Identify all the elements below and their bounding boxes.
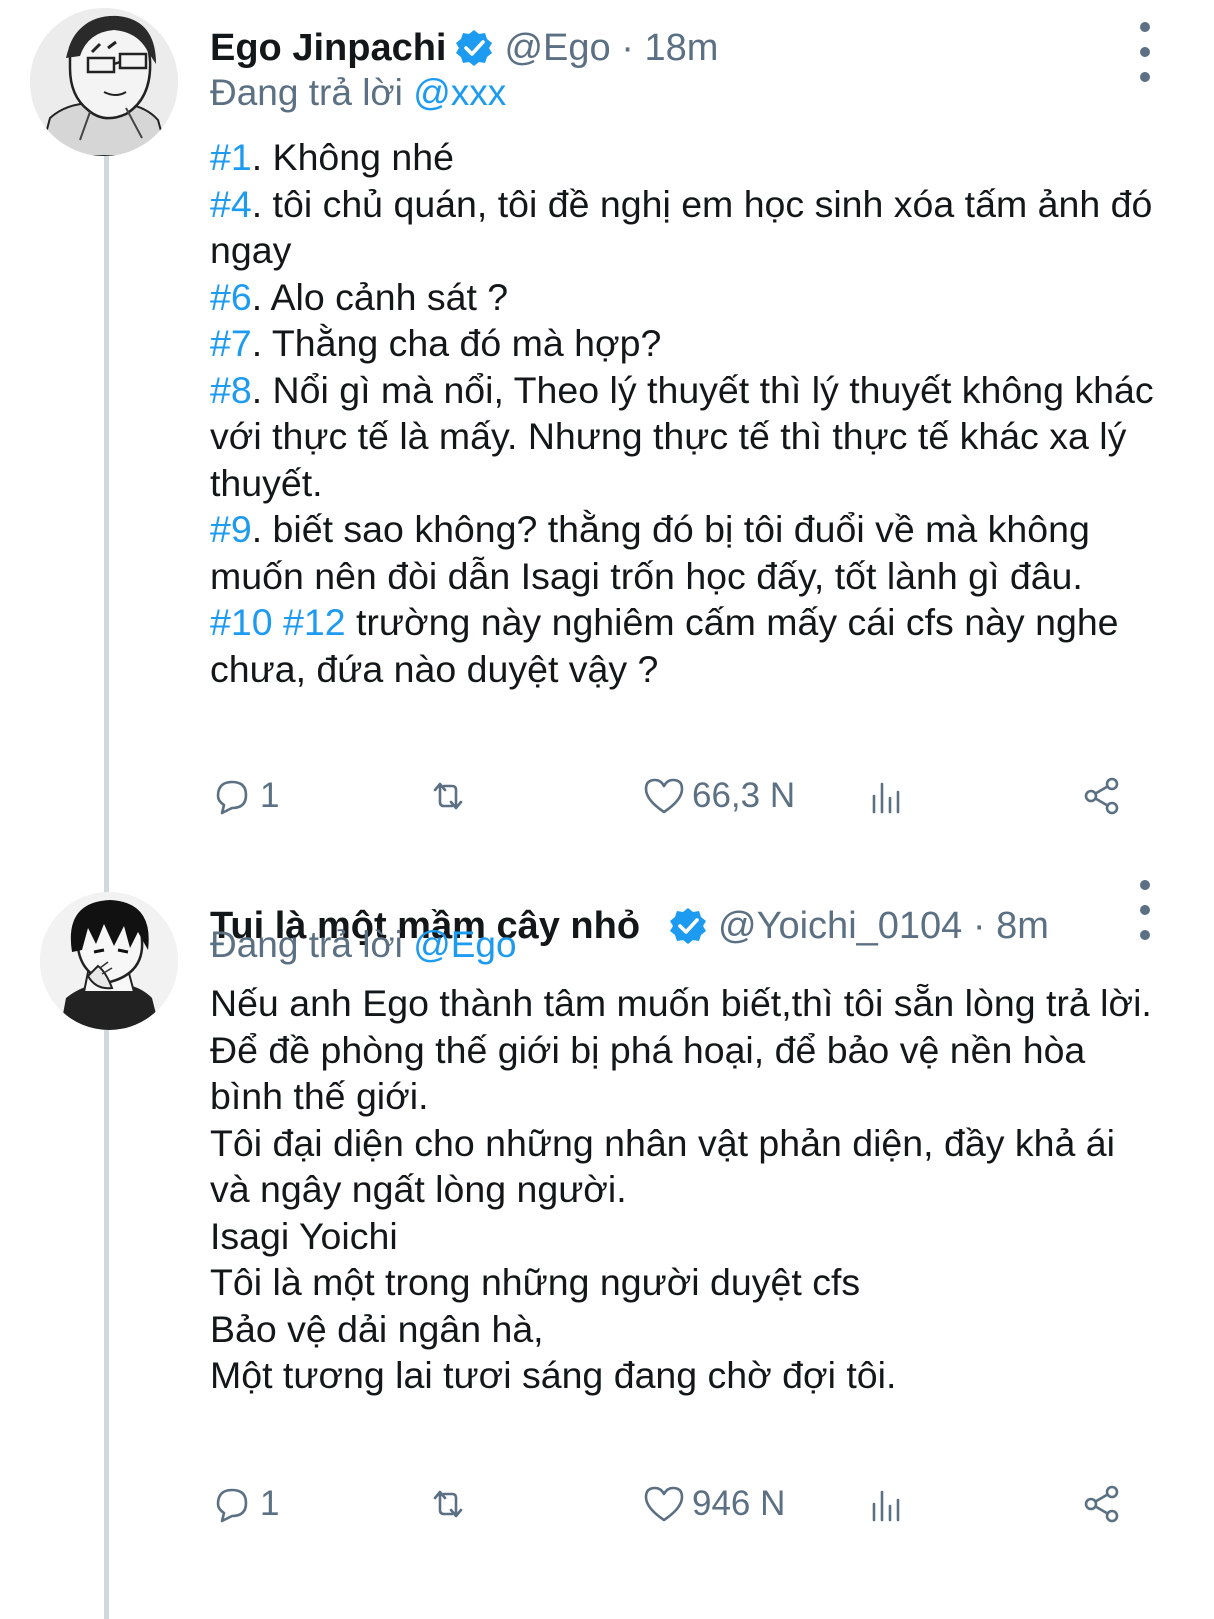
tweet-line-text: . Nổi gì mà nổi, Theo lý thuyết thì lý t… <box>210 368 1154 504</box>
reply-bubble-icon <box>216 780 248 815</box>
reply-count: 1 <box>260 1484 280 1523</box>
tweet-body: Nếu anh Ego thành tâm muốn biết,thì tôi … <box>210 980 1154 1399</box>
tweet-line: Bảo vệ dải ngân hà, <box>210 1307 544 1350</box>
views-bar-chart-icon <box>872 1490 900 1522</box>
views-button[interactable] <box>866 1476 910 1532</box>
tweet-line: #4. tôi chủ quán, tôi đề nghị em học sin… <box>210 181 1154 274</box>
tweet-header: Ego Jinpachi @Ego · 18m <box>210 18 1124 78</box>
hashtag-link[interactable]: #6 <box>210 276 252 318</box>
tweet-line: Để đề phòng thế giới bị phá hoại, để bảo… <box>210 1028 1086 1118</box>
tweet-ego[interactable]: Ego Jinpachi @Ego · 18m Đang trả lời @xx… <box>0 0 1214 880</box>
tweet-line-text: . Không nhé <box>251 136 454 178</box>
display-name[interactable]: Ego Jinpachi <box>210 27 446 70</box>
share-icon <box>1084 1485 1119 1523</box>
reply-mention-link[interactable]: @Ego <box>413 924 516 965</box>
reply-mention-link[interactable]: @xxx <box>413 72 506 113</box>
like-count: 66,3 N <box>692 776 796 815</box>
more-vertical-icon[interactable] <box>1138 880 1152 940</box>
avatar-ego[interactable] <box>30 8 178 156</box>
tweet-line-text: . biết sao không? thằng đó bị tôi đuổi v… <box>210 508 1090 597</box>
tweet-line: #7. Thằng cha đó mà hợp? <box>210 320 1154 367</box>
heart-icon <box>644 1486 684 1522</box>
more-vertical-icon[interactable] <box>1138 22 1152 82</box>
hashtag-link[interactable]: #10 #12 <box>210 601 346 643</box>
hashtag-link[interactable]: #7 <box>210 322 252 364</box>
share-button[interactable] <box>1080 768 1124 824</box>
replying-to: Đang trả lời @Ego <box>210 924 517 966</box>
reply-button[interactable]: 1 <box>210 1476 279 1532</box>
reply-prefix: Đang trả lời <box>210 924 414 965</box>
tweet-line: #9. biết sao không? thằng đó bị tôi đuổi… <box>210 506 1154 599</box>
verified-badge-icon <box>456 30 493 66</box>
tweet-line: #6. Alo cảnh sát ? <box>210 274 1154 321</box>
verified-badge-icon <box>670 908 707 944</box>
hashtag-link[interactable]: #9 <box>210 508 252 550</box>
retweet-icon <box>433 1490 463 1518</box>
replying-to: Đang trả lời @xxx <box>210 72 506 114</box>
tweet-yoichi[interactable]: Tui là một mầm cây nhỏ @Yoichi_0104 · 8m… <box>0 880 1214 1619</box>
share-button[interactable] <box>1080 1476 1124 1532</box>
views-bar-chart-icon <box>872 782 900 814</box>
tweet-line: #8. Nổi gì mà nổi, Theo lý thuyết thì lý… <box>210 367 1154 507</box>
tweet-line-text: . tôi chủ quán, tôi đề nghị em học sinh … <box>210 182 1153 272</box>
tweet-line: Một tương lai tươi sáng đang chờ đợi tôi… <box>210 1354 897 1396</box>
handle-and-time[interactable]: @Ego · 18m <box>504 27 718 70</box>
tweet-line: #1. Không nhé <box>210 134 1154 181</box>
retweet-icon <box>433 782 463 810</box>
hashtag-link[interactable]: #1 <box>210 136 252 178</box>
hashtag-link[interactable]: #8 <box>210 369 252 411</box>
retweet-button[interactable] <box>426 768 470 824</box>
views-button[interactable] <box>866 768 910 824</box>
heart-icon <box>644 778 684 814</box>
reply-count: 1 <box>260 776 280 815</box>
action-bar: 1 66,3 N <box>210 768 1154 824</box>
like-button[interactable]: 946 N <box>642 1476 785 1532</box>
tweet-body: #1. Không nhé #4. tôi chủ quán, tôi đề n… <box>210 134 1154 692</box>
tweet-line-text: . Alo cảnh sát ? <box>251 275 509 318</box>
avatar-yoichi[interactable] <box>40 892 178 1030</box>
reply-button[interactable]: 1 <box>210 768 279 824</box>
hashtag-link[interactable]: #4 <box>210 183 252 225</box>
tweet-line-text: . Thằng cha đó mà hợp? <box>251 322 662 364</box>
tweet-line: #10 #12 trường này nghiêm cấm mấy cái cf… <box>210 599 1154 692</box>
retweet-button[interactable] <box>426 1476 470 1532</box>
reply-bubble-icon <box>216 1488 248 1523</box>
like-button[interactable]: 66,3 N <box>642 768 795 824</box>
share-icon <box>1084 777 1119 815</box>
reply-prefix: Đang trả lời <box>210 72 414 113</box>
tweet-line: Tôi đại diện cho những nhân vật phản diệ… <box>210 1121 1115 1211</box>
tweet-line: Nếu anh Ego thành tâm muốn biết,thì tôi … <box>210 982 1152 1024</box>
tweet-line: Tôi là một trong những người duyệt cfs <box>210 1261 861 1303</box>
like-count: 946 N <box>692 1484 786 1523</box>
tweet-line: Isagi Yoichi <box>210 1214 398 1257</box>
handle-and-time[interactable]: @Yoichi_0104 · 8m <box>718 905 1049 948</box>
tweet-line-text: trường này nghiêm cấm mấy cái cfs này ng… <box>210 601 1119 690</box>
action-bar: 1 946 N <box>210 1476 1154 1532</box>
